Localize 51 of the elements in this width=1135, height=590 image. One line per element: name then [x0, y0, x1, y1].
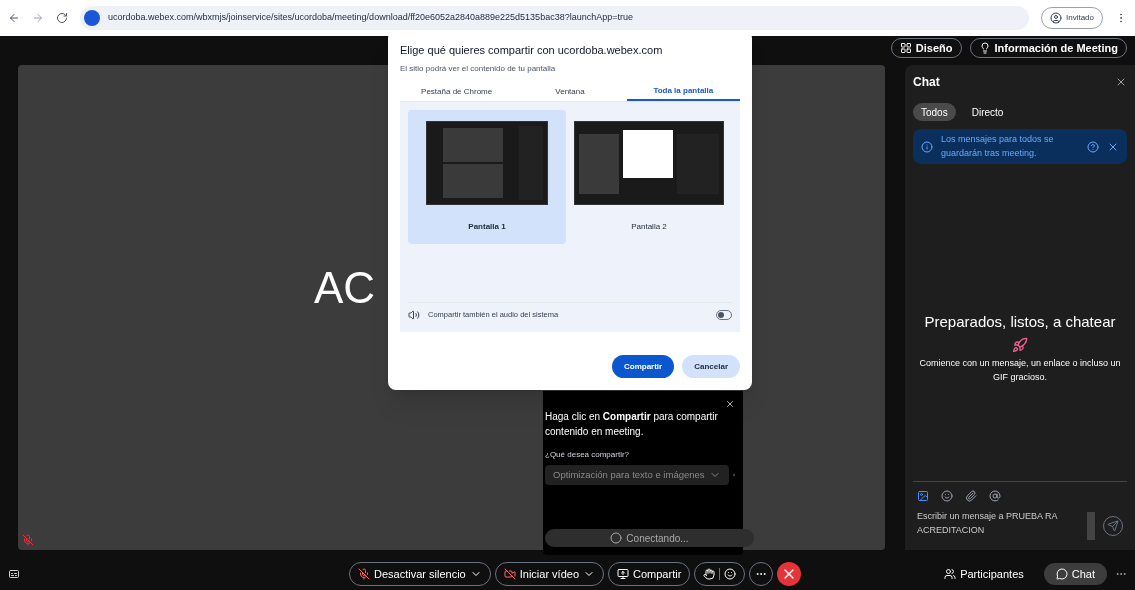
url-text: ucordoba.webex.com/wbxmjs/joinservice/sites/ucordoba/meeting/download/ff20e6052a2840a889e225d5135bac38?launchApp=true [108, 11, 633, 25]
image-icon[interactable] [917, 490, 929, 502]
scroll-bar [1087, 512, 1095, 540]
speaker-icon [408, 309, 420, 321]
send-icon [1107, 520, 1119, 532]
optimization-dropdown[interactable]: Optimización para texto e imágenes [545, 465, 729, 485]
attach-icon[interactable] [965, 490, 977, 502]
share-question: ¿Qué desea compartir? [545, 449, 631, 461]
leave-button[interactable] [777, 562, 802, 586]
help-icon[interactable] [1087, 140, 1099, 153]
empty-chat-text: Comience con un mensaje, un enlace o incluso un GIF gracioso. [918, 357, 1122, 384]
share-tab[interactable]: Pestaña de Chrome [400, 82, 514, 101]
empty-chat-title: Preparados, listos, a chatear [924, 311, 1116, 332]
chat-title: Chat [913, 74, 940, 91]
screen-share-icon [617, 568, 629, 580]
connecting-button[interactable]: Conectando... [545, 529, 754, 547]
panel-toggle-button[interactable]: Chat [1043, 563, 1107, 585]
rocket-icon [1012, 337, 1028, 354]
share-tab[interactable]: Ventana [513, 82, 627, 101]
dialog-title: Elige qué quieres compartir con ucordoba.webex.com [400, 43, 664, 58]
mention-icon[interactable] [989, 490, 1001, 502]
hand-icon[interactable] [703, 568, 716, 580]
people-icon [944, 568, 957, 580]
user-icon [1049, 12, 1062, 24]
info-text: Los mensajes para todos se guardarán tras meeting. [941, 133, 1055, 160]
video-off-icon [503, 568, 516, 580]
dialog-subtitle: El sitio podrá ver el contenido de tu pantalla [400, 62, 557, 75]
share-instructions: Haga clic en Compartir para compartir contenido en meeting. [545, 410, 719, 439]
screen-option[interactable]: Pantalla 1 [408, 109, 566, 244]
chat-tab[interactable]: Directo [963, 103, 1012, 121]
muted-mic-icon [22, 534, 34, 546]
reload-icon[interactable] [56, 12, 68, 24]
close-icon[interactable] [1115, 76, 1127, 88]
panel-toggle-button[interactable]: Participantes [932, 563, 1036, 585]
close-icon[interactable] [725, 399, 735, 409]
message-input[interactable]: Escribir un mensaje a PRUEBA RA ACREDITACION [917, 510, 1079, 542]
back-icon[interactable] [8, 12, 20, 24]
share-tab[interactable]: Toda la pantalla [626, 82, 740, 101]
address-bar[interactable]: ucordoba.webex.com/wbxmjs/joinservice/sites/ucordoba/meeting/download/ff20e6052a2840a889e225d5135bac38?launchApp=true [80, 6, 1029, 30]
lightbulb-icon [978, 42, 991, 54]
grid-icon [899, 42, 912, 54]
captions-icon[interactable] [8, 568, 20, 580]
dialog-button[interactable]: Cancelar [682, 355, 740, 378]
dialog-button[interactable]: Compartir [611, 355, 675, 378]
site-icon [84, 10, 100, 26]
screen-option[interactable]: Pantalla 2 [570, 109, 728, 244]
muted-mic-icon [358, 568, 370, 580]
chat-tab[interactable]: Todos [913, 103, 956, 121]
stage-text: AC [314, 261, 376, 314]
spinner-icon [610, 532, 623, 544]
chat-bubble-icon [1055, 568, 1068, 580]
